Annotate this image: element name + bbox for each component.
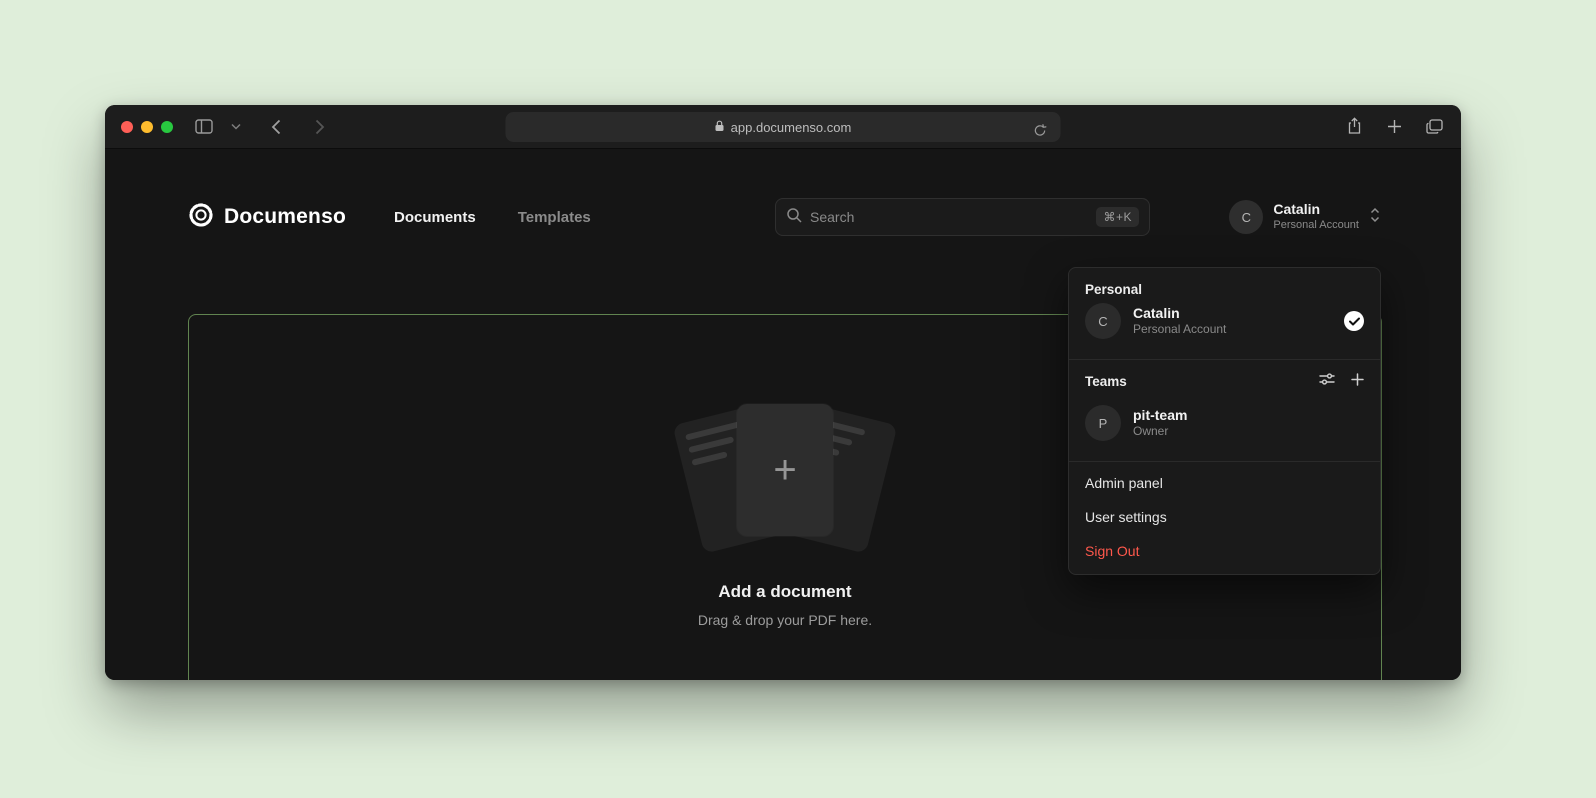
personal-account-subtitle: Personal Account (1133, 322, 1332, 338)
browser-chrome: app.documenso.com (105, 105, 1461, 149)
address-bar[interactable]: app.documenso.com (506, 112, 1061, 142)
nav-documents[interactable]: Documents (394, 209, 476, 226)
chevron-down-icon[interactable] (223, 114, 249, 140)
nav-templates[interactable]: Templates (518, 209, 591, 226)
search-icon (786, 207, 802, 228)
document-stack-illustration: + (670, 394, 900, 552)
search-shortcut-badge: ⌘+K (1096, 207, 1139, 227)
tab-overview-icon[interactable] (1421, 113, 1447, 139)
new-tab-icon[interactable] (1381, 113, 1407, 139)
zoom-button[interactable] (161, 121, 173, 133)
team-name: pit-team (1133, 406, 1364, 424)
menu-personal-label: Personal (1085, 282, 1364, 297)
brand[interactable]: Documenso (188, 202, 346, 233)
browser-window: app.documenso.com (105, 105, 1461, 680)
documenso-logo-icon (188, 202, 214, 233)
personal-account-name: Catalin (1133, 304, 1332, 322)
account-name: Catalin (1273, 201, 1359, 219)
app-content: Documenso Documents Templates ⌘+K C Cata… (105, 149, 1461, 680)
dropzone-subtitle: Drag & drop your PDF here. (698, 612, 872, 628)
close-button[interactable] (121, 121, 133, 133)
forward-icon[interactable] (307, 114, 333, 140)
account-menu-button[interactable]: C Catalin Personal Account (1229, 200, 1381, 234)
search-box[interactable]: ⌘+K (775, 198, 1150, 236)
lock-icon (715, 120, 725, 135)
back-icon[interactable] (263, 114, 289, 140)
dropzone-title: Add a document (718, 582, 851, 602)
search-input[interactable] (810, 209, 1088, 225)
share-icon[interactable] (1341, 113, 1367, 139)
address-url: app.documenso.com (731, 120, 852, 135)
menu-teams-label: Teams (1085, 374, 1127, 389)
chevron-up-down-icon (1369, 206, 1381, 229)
avatar: C (1085, 303, 1121, 339)
avatar: C (1229, 200, 1263, 234)
team-role: Owner (1133, 424, 1364, 440)
menu-item-user-settings[interactable]: User settings (1069, 500, 1380, 534)
account-subtitle: Personal Account (1273, 219, 1359, 233)
main-nav: Documents Templates (394, 209, 591, 226)
menu-item-admin-panel[interactable]: Admin panel (1069, 466, 1380, 500)
manage-teams-icon[interactable] (1319, 372, 1335, 391)
menu-item-sign-out[interactable]: Sign Out (1069, 534, 1380, 568)
sidebar-toggle-icon[interactable] (191, 114, 217, 140)
team-avatar: P (1085, 405, 1121, 441)
brand-name: Documenso (224, 205, 346, 229)
check-circle-icon (1344, 311, 1364, 331)
menu-divider (1069, 359, 1380, 360)
window-controls (121, 121, 173, 133)
menu-personal-account-row[interactable]: C Catalin Personal Account (1085, 297, 1364, 345)
menu-divider (1069, 461, 1380, 462)
document-card-center: + (737, 404, 833, 536)
reload-icon[interactable] (1027, 117, 1053, 143)
menu-team-row[interactable]: P pit-team Owner (1085, 399, 1364, 447)
app-header: Documenso Documents Templates ⌘+K C Cata… (188, 195, 1381, 239)
minimize-button[interactable] (141, 121, 153, 133)
add-team-icon[interactable] (1351, 373, 1364, 391)
plus-icon: + (773, 450, 796, 490)
account-dropdown-menu: Personal C Catalin Personal Account (1068, 267, 1381, 575)
